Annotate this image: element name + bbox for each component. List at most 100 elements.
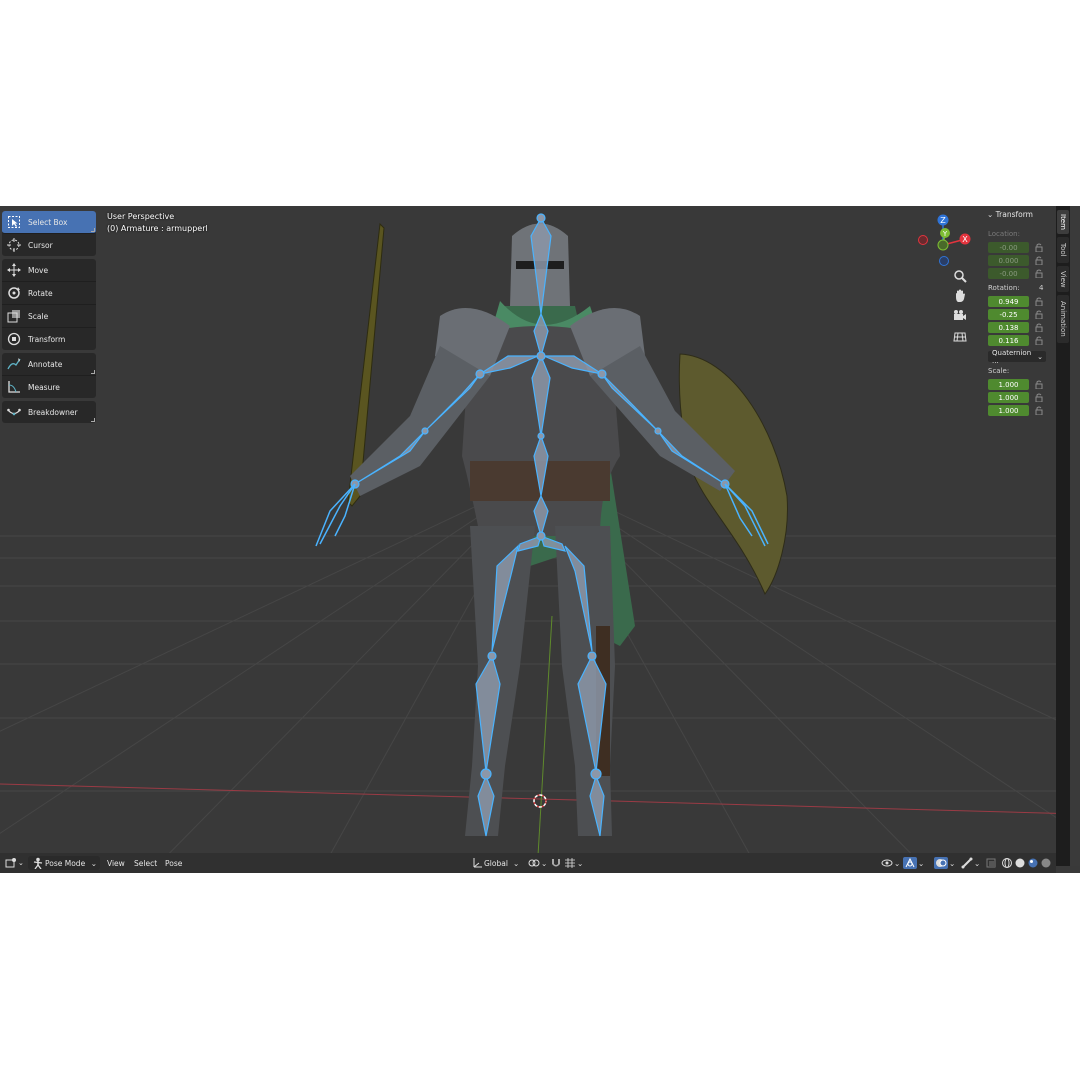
tool-shelf: Select Box Cursor Move Rotate Scale Tran… bbox=[2, 211, 96, 426]
location-y-field[interactable]: 0.000 bbox=[988, 255, 1029, 266]
shading-wireframe[interactable] bbox=[1000, 853, 1014, 873]
pivot-point-select[interactable]: ⌄ bbox=[527, 853, 547, 873]
perspective-label: User Perspective bbox=[107, 212, 175, 221]
camera-icon[interactable] bbox=[950, 307, 970, 325]
gizmo-toggle[interactable] bbox=[903, 857, 917, 869]
chevron-down-icon: ⌄ bbox=[512, 858, 520, 868]
chevron-down-icon: ⌄ bbox=[90, 858, 97, 868]
tool-group-annotate: Annotate Measure bbox=[2, 353, 96, 398]
zoom-icon[interactable] bbox=[950, 267, 970, 285]
location-label: Location: bbox=[988, 230, 1020, 238]
y-axis-line bbox=[536, 615, 553, 873]
active-object-label: (0) Armature : armupperl bbox=[107, 224, 208, 233]
lock-icon[interactable] bbox=[1035, 336, 1044, 345]
lock-icon[interactable] bbox=[1035, 310, 1044, 319]
scale-label: Scale: bbox=[988, 367, 1010, 375]
cursor-icon bbox=[6, 237, 22, 253]
lock-icon[interactable] bbox=[1035, 406, 1044, 415]
location-z-field[interactable]: -0.00 bbox=[988, 268, 1029, 279]
wireframe-sphere-icon bbox=[1000, 856, 1014, 870]
rotation-z-field[interactable]: 0.116 bbox=[988, 335, 1029, 346]
scale-x-field[interactable]: 1.000 bbox=[988, 379, 1029, 390]
x-axis-line bbox=[0, 783, 1080, 815]
tool-breakdowner[interactable]: Breakdowner bbox=[2, 401, 96, 423]
gizmo-options[interactable]: ⌄ bbox=[918, 853, 924, 873]
viewport-header: ⌄ Pose Mode ⌄ View Select Pose Global ⌄ … bbox=[0, 853, 1056, 873]
rendered-sphere-icon bbox=[1039, 856, 1053, 870]
snap-mode-select[interactable]: ⌄ bbox=[563, 853, 583, 873]
tool-group-pose: Breakdowner bbox=[2, 401, 96, 423]
editor-type-button[interactable]: ⌄ bbox=[4, 853, 24, 873]
tool-cursor[interactable]: Cursor bbox=[2, 234, 96, 256]
tool-annotate[interactable]: Annotate bbox=[2, 353, 96, 376]
tool-group-select: Select Box Cursor bbox=[2, 211, 96, 256]
tab-item[interactable]: Item bbox=[1057, 210, 1069, 234]
chevron-down-icon: ⌄ bbox=[974, 858, 981, 868]
lock-icon[interactable] bbox=[1035, 256, 1044, 265]
rotation-x-field[interactable]: -0.25 bbox=[988, 309, 1029, 320]
transform-icon bbox=[6, 331, 22, 347]
tool-transform[interactable]: Transform bbox=[2, 328, 96, 350]
shading-material[interactable] bbox=[1026, 853, 1040, 873]
breakdowner-icon bbox=[6, 404, 22, 420]
bone-icon bbox=[960, 856, 974, 870]
xray-toggle[interactable] bbox=[984, 853, 998, 873]
scale-y-field[interactable]: 1.000 bbox=[988, 392, 1029, 403]
gizmo-z-label: Z bbox=[940, 216, 946, 225]
rotation-label: Rotation: bbox=[988, 284, 1020, 292]
lock-icon[interactable] bbox=[1035, 393, 1044, 402]
3d-viewport[interactable]: User Perspective (0) Armature : armupper… bbox=[0, 206, 1080, 873]
mode-select[interactable]: Pose Mode ⌄ bbox=[28, 856, 100, 870]
scale-z-field[interactable]: 1.000 bbox=[988, 405, 1029, 416]
sidebar-panel: ⌄ Transform Location: -0.00 0.000 -0.00 … bbox=[983, 206, 1055, 426]
gizmo-y-label: Y bbox=[942, 230, 948, 238]
lock-icon[interactable] bbox=[1035, 323, 1044, 332]
location-x-field[interactable]: -0.00 bbox=[988, 242, 1029, 253]
pan-hand-icon[interactable] bbox=[950, 287, 970, 305]
editor-type-icon bbox=[4, 856, 18, 870]
scale-icon bbox=[6, 308, 22, 324]
properties-strip bbox=[1070, 206, 1080, 866]
transform-panel-header[interactable]: ⌄ Transform bbox=[987, 210, 1033, 219]
chevron-down-icon: ⌄ bbox=[918, 858, 925, 868]
shading-solid[interactable] bbox=[1013, 853, 1027, 873]
menu-view[interactable]: View bbox=[107, 853, 125, 873]
eye-icon bbox=[880, 856, 894, 870]
tool-scale[interactable]: Scale bbox=[2, 305, 96, 328]
grid-ortho-icon[interactable] bbox=[950, 327, 970, 345]
transform-orientation-select[interactable]: Global ⌄ bbox=[470, 853, 519, 873]
pivot-icon bbox=[527, 856, 541, 870]
gizmo-x-label: X bbox=[962, 235, 968, 244]
shading-rendered[interactable] bbox=[1039, 853, 1053, 873]
tab-tool[interactable]: Tool bbox=[1057, 237, 1069, 263]
select-box-icon bbox=[6, 214, 22, 230]
gizmo-neg-x[interactable] bbox=[918, 235, 928, 245]
tool-select-box[interactable]: Select Box bbox=[2, 211, 96, 234]
tool-rotate[interactable]: Rotate bbox=[2, 282, 96, 305]
gizmo-icon bbox=[903, 856, 917, 870]
rotation-mode-select[interactable]: Quaternion ... ⌄ bbox=[988, 349, 1046, 365]
gizmo-neg-y[interactable] bbox=[937, 239, 949, 251]
visibility-select[interactable]: ⌄ bbox=[880, 853, 900, 873]
tab-view[interactable]: View bbox=[1057, 266, 1069, 292]
rotation-y-field[interactable]: 0.138 bbox=[988, 322, 1029, 333]
bone-overlay-toggle[interactable]: ⌄ bbox=[960, 853, 980, 873]
chevron-down-icon: ⌄ bbox=[541, 858, 548, 868]
tool-move[interactable]: Move bbox=[2, 259, 96, 282]
menu-select[interactable]: Select bbox=[134, 853, 157, 873]
lock-icon[interactable] bbox=[1035, 380, 1044, 389]
lock-icon[interactable] bbox=[1035, 243, 1044, 252]
overlays-toggle[interactable] bbox=[934, 857, 948, 869]
menu-pose[interactable]: Pose bbox=[165, 853, 182, 873]
knight-model bbox=[347, 222, 788, 836]
lock-icon[interactable] bbox=[1035, 269, 1044, 278]
tab-animation[interactable]: Animation bbox=[1057, 295, 1069, 343]
lock-icon[interactable] bbox=[1035, 297, 1044, 306]
gizmo-neg-z[interactable] bbox=[939, 256, 949, 266]
overlays-options[interactable]: ⌄ bbox=[949, 853, 955, 873]
tool-measure[interactable]: Measure bbox=[2, 376, 96, 398]
rotation-w-field[interactable]: 0.949 bbox=[988, 296, 1029, 307]
scene-canvas[interactable] bbox=[0, 206, 1080, 873]
snap-toggle[interactable] bbox=[549, 853, 563, 873]
material-sphere-icon bbox=[1026, 856, 1040, 870]
